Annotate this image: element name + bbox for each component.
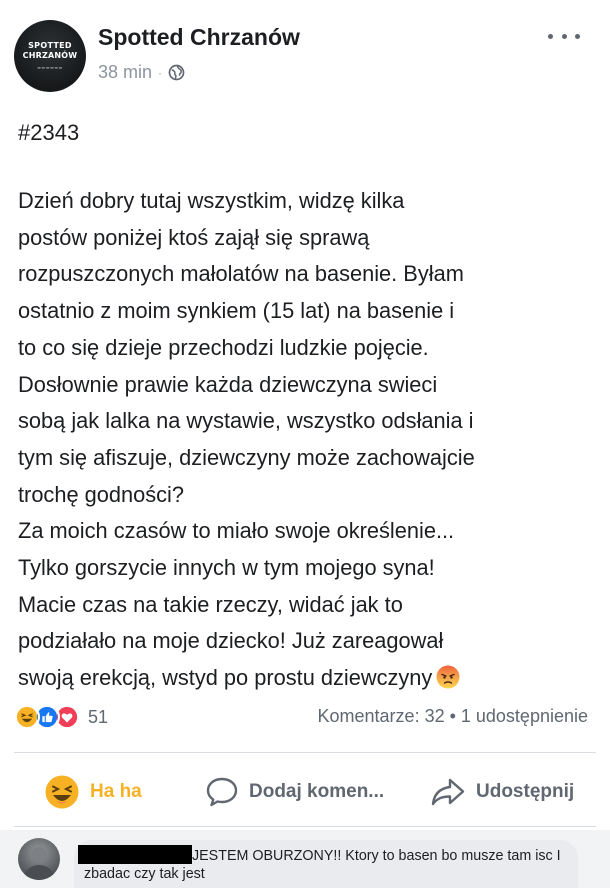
- post-timestamp[interactable]: 38 min: [98, 62, 152, 83]
- haha-reaction-icon: [14, 704, 40, 730]
- angry-face-icon: [436, 665, 460, 689]
- comment-button[interactable]: Dodaj komen...: [205, 772, 384, 812]
- haha-label: Ha ha: [90, 781, 142, 802]
- share-button[interactable]: Udostępnij: [430, 772, 574, 812]
- haha-icon: [45, 775, 79, 809]
- facebook-post: SPOTTED CHRZANÓW ▬▬▬▬▬▬ Spotted Chrzanów…: [0, 0, 610, 888]
- page-name-link[interactable]: Spotted Chrzanów: [98, 24, 300, 51]
- page-avatar[interactable]: SPOTTED CHRZANÓW ▬▬▬▬▬▬: [14, 20, 86, 92]
- avatar-logo-underline: ▬▬▬▬▬▬: [37, 65, 63, 70]
- reaction-summary[interactable]: 51: [14, 704, 108, 730]
- comment-text: JESTEM OBURZONY!! Ktory to basen bo musz…: [84, 848, 561, 882]
- avatar-logo-line1: SPOTTED: [28, 41, 72, 50]
- globe-icon: [168, 64, 185, 81]
- avatar-logo-line2: CHRZANÓW: [22, 51, 78, 60]
- share-icon: [431, 778, 465, 806]
- divider: [14, 752, 596, 753]
- more-options-icon[interactable]: [548, 28, 580, 44]
- post-body: Dzień dobry tutaj wszystkim, widzę kilka…: [18, 183, 603, 697]
- post-meta: 38 min ·: [98, 62, 185, 83]
- commenter-avatar[interactable]: [18, 838, 60, 880]
- reaction-count: 51: [88, 706, 109, 727]
- post-text: Dzień dobry tutaj wszystkim, widzę kilka…: [18, 188, 475, 691]
- person-silhouette-icon: [23, 847, 55, 880]
- comments-shares-count[interactable]: Komentarze: 32 • 1 udostępnienie: [318, 706, 588, 727]
- meta-separator: ·: [158, 65, 163, 80]
- share-label: Udostępnij: [476, 781, 575, 802]
- haha-reaction-button[interactable]: Ha ha: [44, 772, 142, 812]
- comment-label: Dodaj komen...: [249, 781, 385, 802]
- comment-icon: [206, 777, 238, 807]
- post-hashtag[interactable]: #2343: [18, 120, 79, 146]
- divider: [14, 826, 596, 827]
